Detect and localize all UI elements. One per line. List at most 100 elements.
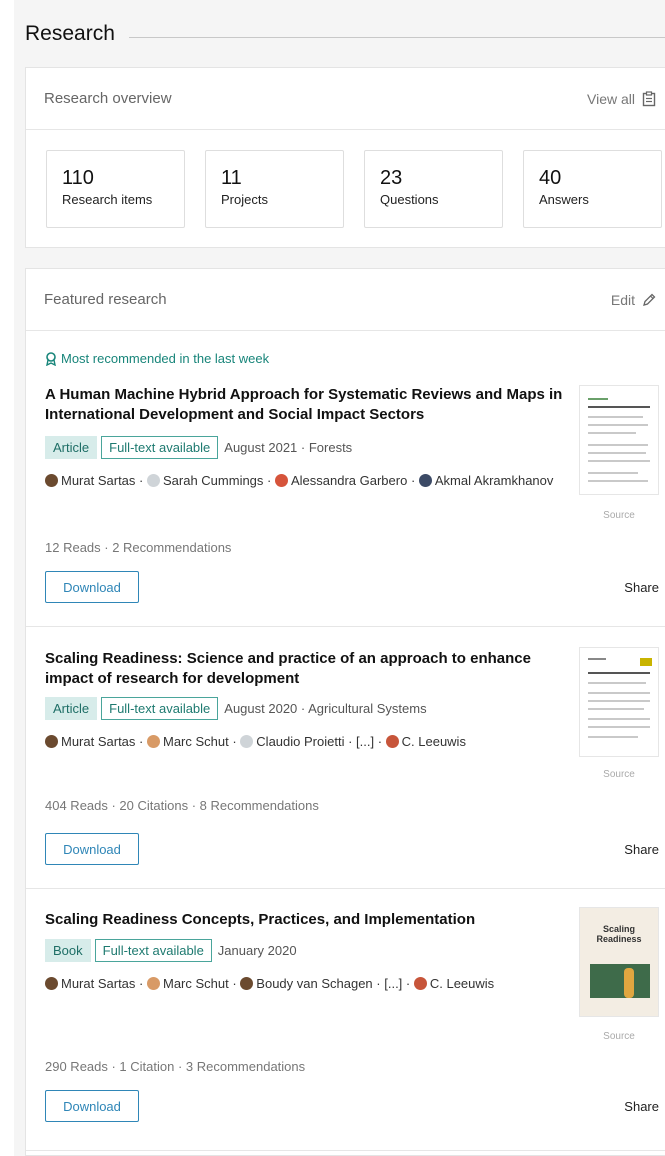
clipboard-icon [642,90,656,106]
author-name[interactable]: Alessandra Garbero [291,473,407,488]
reads-stats: 290 Reads · 1 Citation · 3 Recommendatio… [45,1059,306,1074]
stat-questions[interactable]: 23 Questions [364,150,503,228]
author-name[interactable]: Murat Sartas [61,473,135,488]
full-text-badge: Full-text available [94,939,212,962]
author-name[interactable]: Sarah Cummings [163,473,263,488]
more-authors[interactable]: [...] [356,734,374,749]
avatar [146,735,160,748]
avatar [45,977,58,990]
research-overview-card: Research overview View all 110 Research … [25,67,665,248]
author-list: Murat Sartas · Marc Schut · Claudio Proi… [45,733,565,751]
document-thumbnail[interactable] [579,647,659,757]
research-item-title[interactable]: Scaling Readiness: Science and practice … [45,649,565,689]
research-item: Scaling Readiness: Science and practice … [26,626,665,888]
thumbnail-text-line [588,472,638,474]
stat-label: Projects [221,192,268,207]
stat-value: 40 [539,167,562,189]
stat-projects[interactable]: 11 Projects [205,150,344,228]
share-button[interactable]: Share [624,842,659,857]
thumbnail-text-line [588,692,650,694]
research-item: A Human Machine Hybrid Approach for Syst… [26,269,665,626]
thumbnail-text-line [588,700,650,702]
stat-label: Questions [380,192,439,207]
left-rail [0,0,14,1156]
author-name[interactable]: Akmal Akramkhanov [435,473,554,488]
full-text-badge: Full-text available [101,436,219,459]
author-name[interactable]: Murat Sartas [61,976,135,991]
download-button[interactable]: Download [45,833,139,865]
full-text-badge: Full-text available [101,697,219,720]
thumbnail-text-line [588,416,643,418]
publication-meta: August 2020 · Agricultural Systems [224,701,427,716]
type-badge: Article [45,436,98,459]
view-all-label: View all [587,90,635,107]
thumbnail-text-line [588,480,648,482]
header-rule [128,36,665,38]
book-cover-illustration [590,964,650,998]
thumbnail-text-line [640,658,652,666]
reads-stats: 404 Reads · 20 Citations · 8 Recommendat… [45,798,319,813]
avatar [385,735,399,748]
avatar [146,474,160,487]
page-title: Research [25,22,115,45]
author-list: Murat Sartas · Marc Schut · Boudy van Sc… [45,975,565,993]
source-label: Source [603,769,635,780]
author-name[interactable]: C. Leeuwis [430,976,494,991]
research-item-title[interactable]: A Human Machine Hybrid Approach for Syst… [45,385,565,425]
thumbnail-text-line [588,444,648,446]
book-cover-figure [624,968,634,998]
thumbnail-text-line [588,718,650,720]
research-item-title[interactable]: Scaling Readiness Concepts, Practices, a… [45,910,565,930]
author-name[interactable]: C. Leeuwis [402,734,466,749]
author-list: Murat Sartas · Sarah Cummings · Alessand… [45,472,565,490]
research-overview-title: Research overview [44,90,172,107]
share-button[interactable]: Share [624,580,659,595]
avatar [45,735,58,748]
stat-label: Research items [62,192,153,207]
avatar [45,474,58,487]
page-header: Research [25,18,665,50]
avatar [240,735,254,748]
author-name[interactable]: Marc Schut [163,976,229,991]
download-button[interactable]: Download [45,571,139,603]
publication-meta: August 2021 · Forests [224,440,353,455]
stat-value: 110 [62,167,94,189]
stat-answers[interactable]: 40 Answers [523,150,662,228]
stats-row: 110 Research items 11 Projects 23 Questi… [26,130,665,228]
thumbnail-text-line [588,672,650,674]
thumbnail-text-line [588,682,646,684]
author-name[interactable]: Marc Schut [163,734,229,749]
document-thumbnail[interactable] [579,385,659,495]
source-label: Source [603,510,635,521]
thumbnail-text-line [588,424,648,426]
thumbnail-text-line [588,460,650,462]
author-name[interactable]: Murat Sartas [61,734,135,749]
research-item-tags: Book Full-text available January 2020 [45,939,297,962]
stat-value: 23 [380,167,403,189]
download-button[interactable]: Download [45,1090,139,1122]
book-cover-thumbnail[interactable]: Scaling Readiness [579,907,659,1017]
research-overview-header: Research overview View all [26,68,665,130]
stat-label: Answers [539,192,589,207]
avatar [274,474,288,487]
avatar [413,977,427,990]
avatar [418,474,432,487]
research-item-tags: Article Full-text available August 2020 … [45,697,427,720]
avatar [146,977,160,990]
thumbnail-text-line [588,452,646,454]
thumbnail-text-line [588,658,606,660]
avatar [240,977,254,990]
view-all-link[interactable]: View all [587,91,657,107]
reads-stats: 12 Reads · 2 Recommendations [45,540,232,555]
featured-research-card: Featured research Edit Most recommended … [25,268,665,1156]
thumbnail-text-line [588,708,644,710]
stat-research-items[interactable]: 110 Research items [46,150,185,228]
source-label: Source [603,1031,635,1042]
stat-value: 11 [221,167,242,189]
research-item: Scaling Readiness Concepts, Practices, a… [26,888,665,1150]
author-name[interactable]: Claudio Proietti [256,734,344,749]
book-cover-title: Scaling Readiness [596,924,642,944]
more-authors[interactable]: [...] [384,976,402,991]
author-name[interactable]: Boudy van Schagen [256,976,372,991]
share-button[interactable]: Share [624,1099,659,1114]
